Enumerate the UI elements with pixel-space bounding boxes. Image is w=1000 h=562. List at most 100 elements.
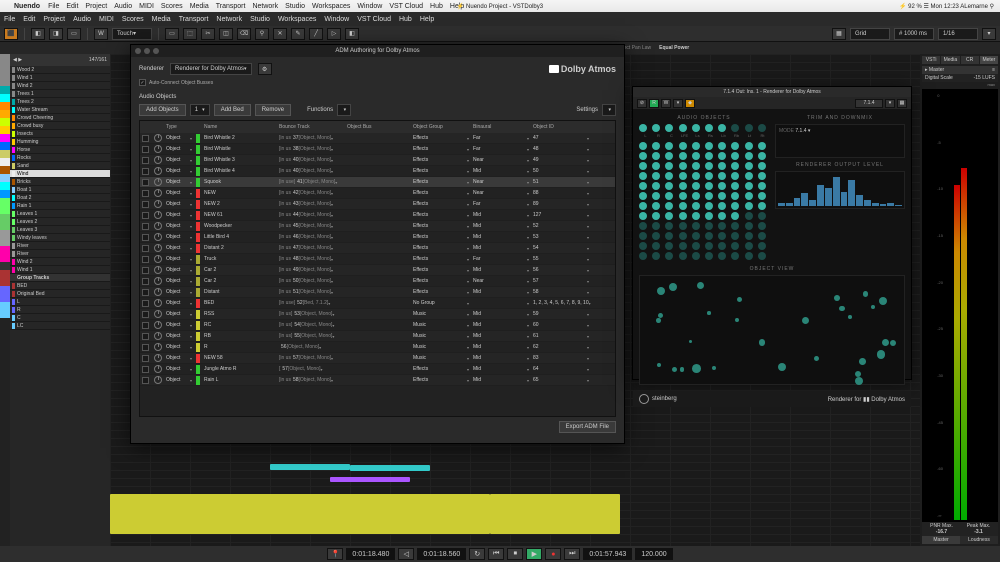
power-icon[interactable] (154, 145, 162, 153)
tool-play-icon[interactable]: ▷ (327, 28, 341, 40)
track-row[interactable]: Crowd busy (10, 122, 110, 130)
sidechain-icon[interactable]: ◆ (685, 99, 695, 108)
table-row[interactable]: Object RSS [in us] 53 [Object, Mono] Mus… (140, 309, 615, 320)
power-icon[interactable] (154, 244, 162, 252)
tool-btn[interactable]: ◧ (31, 28, 45, 40)
table-row[interactable]: Object Distant 2 [in us 47 [Object, Mono… (140, 243, 615, 254)
track-row[interactable]: Bricks (10, 178, 110, 186)
table-row[interactable]: Object Jungle Atmo R [ 57 [Object, Mono]… (140, 364, 615, 375)
track-row[interactable]: Rocks (10, 154, 110, 162)
audio-clip[interactable] (330, 477, 410, 482)
appmenu-transport[interactable]: Transport (179, 16, 209, 23)
track-row[interactable]: Wind 1 (10, 266, 110, 274)
row-checkbox[interactable] (142, 234, 149, 241)
write-icon[interactable]: W (661, 99, 671, 108)
autoconnect-checkbox[interactable]: ✓Auto-Connect Object Busses (139, 79, 616, 86)
cycle-btn[interactable]: ↻ (469, 548, 485, 560)
row-checkbox[interactable] (142, 223, 149, 230)
tab-cr[interactable]: CR (961, 56, 979, 64)
tool-erase-icon[interactable]: ⌫ (237, 28, 251, 40)
tool-btn[interactable]: ◨ (49, 28, 63, 40)
power-icon[interactable] (154, 167, 162, 175)
time-position[interactable]: 0:01:57.943 (583, 548, 632, 560)
power-icon[interactable] (154, 277, 162, 285)
add-objects-button[interactable]: Add Objects (139, 104, 186, 116)
power-icon[interactable] (154, 178, 162, 186)
power-icon[interactable] (154, 134, 162, 142)
power-icon[interactable] (154, 156, 162, 164)
table-row[interactable]: Object Car 2 [in us 49 [Object, Mono] Ef… (140, 265, 615, 276)
tool-mute-icon[interactable]: ✕ (273, 28, 287, 40)
track-row[interactable]: R (10, 306, 110, 314)
power-icon[interactable] (154, 211, 162, 219)
track-row[interactable]: Boat 2 (10, 194, 110, 202)
row-checkbox[interactable] (142, 377, 149, 384)
row-checkbox[interactable] (142, 256, 149, 263)
row-checkbox[interactable] (142, 366, 149, 373)
power-icon[interactable] (154, 200, 162, 208)
tool-range-icon[interactable]: ⬚ (183, 28, 197, 40)
bypass-icon[interactable]: ⊘ (637, 99, 647, 108)
grid-ms[interactable]: # 1000 ms (894, 28, 934, 40)
table-row[interactable]: Object Distant [in us 51 [Object, Mono] … (140, 287, 615, 298)
track-row[interactable]: BED (10, 282, 110, 290)
audio-clip[interactable] (350, 465, 430, 471)
tool-glue-icon[interactable]: ◫ (219, 28, 233, 40)
track-row[interactable]: River (10, 250, 110, 258)
track-row[interactable]: River (10, 242, 110, 250)
tool-color-icon[interactable]: ◧ (345, 28, 359, 40)
track-row[interactable]: Rain 1 (10, 202, 110, 210)
audio-clip[interactable] (270, 464, 350, 470)
table-row[interactable]: Object Squook [in use] 41 [Object, Mono]… (140, 177, 615, 188)
appmenu-network[interactable]: Network (216, 16, 242, 23)
snap-type[interactable]: Grid (850, 28, 890, 40)
power-icon[interactable] (154, 189, 162, 197)
appmenu-studio[interactable]: Studio (250, 16, 270, 23)
table-row[interactable]: Object RB [in us] 55 [Object, Mono] Musi… (140, 331, 615, 342)
preset-icon[interactable]: ▾ (885, 99, 895, 108)
row-checkbox[interactable] (142, 212, 149, 219)
row-checkbox[interactable] (142, 157, 149, 164)
renderer-select[interactable]: Renderer for Dolby Atmos (170, 63, 252, 75)
appmenu-help[interactable]: Help (420, 16, 434, 23)
power-icon[interactable] (154, 332, 162, 340)
track-row[interactable]: Water Stream (10, 106, 110, 114)
track-row[interactable]: Group Tracks (10, 274, 110, 282)
tab-master[interactable]: Master (922, 536, 960, 544)
remove-button[interactable]: Remove (255, 104, 291, 116)
tool-scissors-icon[interactable]: ✂ (201, 28, 215, 40)
table-row[interactable]: Object Little Bird 4 [in us 46 [Object, … (140, 232, 615, 243)
settings-menu[interactable] (602, 104, 616, 116)
audio-clip[interactable] (110, 494, 490, 534)
power-icon[interactable] (154, 310, 162, 318)
track-row[interactable]: LC (10, 322, 110, 330)
objects-table[interactable]: Type Name Bounce Track Object Bus Object… (139, 120, 616, 417)
track-row[interactable]: Wind 1 (10, 74, 110, 82)
track-row[interactable]: Wind 2 (10, 258, 110, 266)
track-row[interactable]: Wind (10, 170, 110, 178)
row-checkbox[interactable] (142, 267, 149, 274)
record-btn[interactable]: ● (545, 548, 561, 560)
tab-meter[interactable]: Meter (980, 56, 998, 64)
appmenu-audio[interactable]: Audio (73, 16, 91, 23)
table-row[interactable]: Object NEW 2 [in us 43 [Object, Mono] Ef… (140, 199, 615, 210)
row-checkbox[interactable] (142, 355, 149, 362)
table-row[interactable]: Object Woodpecker [in us 45 [Object, Mon… (140, 221, 615, 232)
play-btn[interactable]: ▶ (526, 548, 542, 560)
power-icon[interactable] (154, 299, 162, 307)
pic-icon[interactable]: ▦ (897, 99, 907, 108)
tool-line-icon[interactable]: ╱ (309, 28, 323, 40)
power-icon[interactable] (154, 343, 162, 351)
tool-draw-icon[interactable]: ✎ (291, 28, 305, 40)
snap-icon[interactable]: ▦ (832, 28, 846, 40)
row-checkbox[interactable] (142, 311, 149, 318)
power-icon[interactable] (154, 255, 162, 263)
power-icon[interactable] (154, 288, 162, 296)
track-row[interactable]: Crowd Cheering (10, 114, 110, 122)
row-checkbox[interactable] (142, 146, 149, 153)
trim-panel[interactable]: MODE 7.1.4 ▾ (775, 124, 905, 158)
row-checkbox[interactable] (142, 201, 149, 208)
track-row[interactable]: Wood 2 (10, 66, 110, 74)
appmenu-file[interactable]: File (4, 16, 15, 23)
power-icon[interactable] (154, 376, 162, 384)
